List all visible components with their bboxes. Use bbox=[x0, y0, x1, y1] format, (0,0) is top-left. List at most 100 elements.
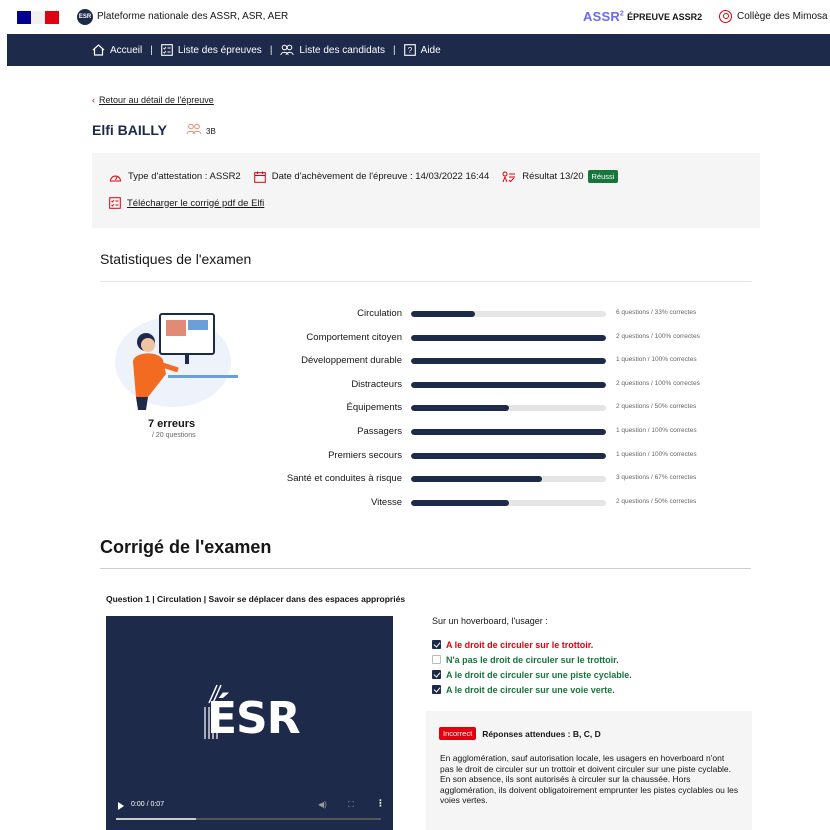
user-icon[interactable] bbox=[719, 10, 732, 23]
gauge-icon bbox=[109, 175, 122, 181]
stat-label: Passagers bbox=[357, 426, 402, 437]
answer-option[interactable]: N'a pas le droit de circuler sur le trot… bbox=[432, 652, 632, 667]
stat-label: Premiers secours bbox=[328, 449, 402, 461]
attestation-type: Type d'attestation : ASSR2 bbox=[128, 171, 241, 182]
chevron-left-icon: ‹ bbox=[92, 95, 95, 105]
stat-row: Santé et conduites à risque 3 questions /… bbox=[250, 473, 750, 485]
stat-progress-fill bbox=[411, 381, 606, 388]
nav-item-candidats[interactable]: Liste des candidats bbox=[280, 44, 385, 56]
stat-progress-fill bbox=[411, 334, 606, 341]
answer-option[interactable]: A le droit de circuler sur une piste cyc… bbox=[432, 667, 632, 682]
nav-label: Aide bbox=[420, 44, 441, 56]
divider bbox=[100, 281, 751, 282]
errors-count: 7 erreurs bbox=[148, 418, 196, 430]
stat-label: Comportement citoyen bbox=[306, 331, 402, 343]
back-link-label: Retour au détail de l'épreuve bbox=[99, 95, 214, 105]
stat-progress-bar bbox=[411, 429, 606, 435]
candidate-name: Elfi BAILLY bbox=[92, 122, 167, 138]
answer-text: A le droit de circuler sur une voie vert… bbox=[446, 684, 615, 695]
svg-text:?: ? bbox=[407, 46, 412, 55]
video-progress-bar[interactable] bbox=[116, 818, 381, 820]
nav-separator: | bbox=[269, 44, 273, 56]
answer-text: N'a pas le droit de circuler sur le trot… bbox=[446, 654, 619, 665]
errors-total: / 20 questions bbox=[152, 432, 196, 439]
assr-logo: ASSR2 bbox=[583, 9, 625, 24]
answer-text: A le droit de circuler sur une piste cyc… bbox=[446, 669, 632, 680]
stat-detail: 1 question / 100% correctes bbox=[616, 427, 697, 434]
play-icon[interactable] bbox=[118, 802, 124, 810]
stat-progress-fill bbox=[411, 358, 606, 365]
answer-option[interactable]: A le droit de circuler sur une voie vert… bbox=[432, 682, 632, 697]
stat-row: Comportement citoyen 2 questions / 100% c… bbox=[250, 332, 750, 344]
checkbox[interactable] bbox=[432, 685, 441, 694]
explanation-text: En agglomération, sauf autorisation loca… bbox=[440, 753, 739, 805]
school-name[interactable]: Collège des Mimosa bbox=[737, 11, 828, 22]
nav-separator: | bbox=[393, 44, 396, 56]
stat-detail: 2 questions / 50% correctes bbox=[616, 403, 697, 411]
checkbox[interactable] bbox=[432, 640, 441, 649]
question-prompt: Sur un hoverboard, l'usager : bbox=[432, 616, 548, 626]
question-header: Question 1 | Circulation | Savoir se dép… bbox=[106, 594, 406, 604]
nav-item-aide[interactable]: ? Aide bbox=[403, 44, 441, 56]
fullscreen-icon[interactable]: ⛶ bbox=[348, 800, 354, 810]
expected-answers: Réponses attendues : B, C, D bbox=[482, 728, 601, 739]
checkbox[interactable] bbox=[432, 655, 441, 664]
main-nav: Accueil | Liste des épreuves | Liste des… bbox=[7, 34, 830, 66]
nav-label: Accueil bbox=[110, 44, 143, 56]
platform-title[interactable]: Plateforme nationale des ASSR, ASR, AER bbox=[97, 11, 288, 22]
stat-label: Équipements bbox=[346, 402, 402, 414]
checklist-icon bbox=[161, 44, 173, 56]
people-icon bbox=[280, 44, 295, 56]
stat-detail: 3 questions / 67% correctes bbox=[616, 474, 697, 482]
nav-item-epreuves[interactable]: Liste des épreuves bbox=[161, 44, 262, 56]
stat-progress-bar bbox=[411, 334, 606, 341]
stat-progress-fill bbox=[411, 476, 542, 483]
home-icon bbox=[92, 44, 105, 56]
help-icon: ? bbox=[403, 44, 416, 56]
video-player[interactable]: ÉSR 0:00 / 0:07 ◀) ⛶ ⋮ bbox=[106, 616, 393, 830]
result-icon bbox=[502, 171, 516, 182]
stat-progress-bar bbox=[411, 381, 606, 388]
stat-progress-fill bbox=[411, 311, 476, 317]
back-link[interactable]: ‹ Retour au détail de l'épreuve bbox=[92, 95, 214, 105]
stat-detail: 6 questions / 33% correctes bbox=[616, 309, 697, 316]
completion-date: Date d'achèvement de l'épreuve : 14/03/2… bbox=[271, 171, 490, 182]
answer-option[interactable]: A le droit de circuler sur le trottoir. bbox=[432, 637, 632, 652]
stats-section-title: Statistiques de l'examen bbox=[100, 251, 252, 267]
class-group-icon bbox=[186, 123, 202, 135]
stat-progress-bar bbox=[411, 452, 606, 459]
esr-badge-icon: ESR bbox=[77, 9, 93, 25]
stat-progress-bar bbox=[411, 499, 606, 506]
corrige-section-title: Corrigé de l'examen bbox=[100, 537, 272, 557]
answer-text: A le droit de circuler sur le trottoir. bbox=[446, 639, 594, 650]
stat-label: Distracteurs bbox=[351, 378, 402, 390]
explanation-box: Incorrect Réponses attendues : B, C, D E… bbox=[426, 711, 752, 830]
esr-video-logo: ÉSR bbox=[199, 678, 309, 748]
more-options-icon[interactable]: ⋮ bbox=[376, 798, 385, 809]
stat-row: Équipements 2 questions / 50% correctes bbox=[250, 402, 750, 414]
stat-progress-bar bbox=[411, 358, 606, 365]
stat-progress-bar bbox=[411, 405, 606, 412]
class-label: 3B bbox=[206, 127, 216, 136]
checkbox[interactable] bbox=[432, 670, 441, 679]
stat-row: Circulation 6 questions / 33% correctes bbox=[250, 308, 750, 320]
stat-progress-fill bbox=[411, 452, 606, 459]
stat-row: Passagers 1 question / 100% correctes bbox=[250, 426, 750, 438]
answer-list: A le droit de circuler sur le trottoir. N… bbox=[432, 637, 632, 697]
download-pdf-link[interactable]: Télécharger le corrigé pdf de Elfi bbox=[109, 197, 264, 209]
nav-item-accueil[interactable]: Accueil bbox=[92, 44, 142, 56]
stat-label: Santé et conduites à risque bbox=[286, 473, 402, 485]
student-computer-illustration bbox=[115, 313, 238, 410]
incorrect-badge: Incorrect bbox=[439, 727, 477, 740]
divider bbox=[100, 568, 751, 569]
nav-separator: | bbox=[150, 44, 153, 56]
volume-icon[interactable]: ◀) bbox=[318, 800, 327, 809]
video-controls: 0:00 / 0:07 ◀) ⛶ ⋮ bbox=[106, 792, 393, 830]
stat-progress-bar bbox=[411, 476, 606, 483]
stat-label: Développement durable bbox=[301, 355, 402, 367]
stat-row: Premiers secours 1 question / 100% correc… bbox=[250, 450, 750, 462]
french-flag-logo bbox=[17, 11, 59, 24]
document-check-icon bbox=[109, 197, 121, 209]
stat-progress-bar bbox=[411, 311, 606, 317]
exam-result: Résultat 13/20 bbox=[522, 171, 584, 182]
